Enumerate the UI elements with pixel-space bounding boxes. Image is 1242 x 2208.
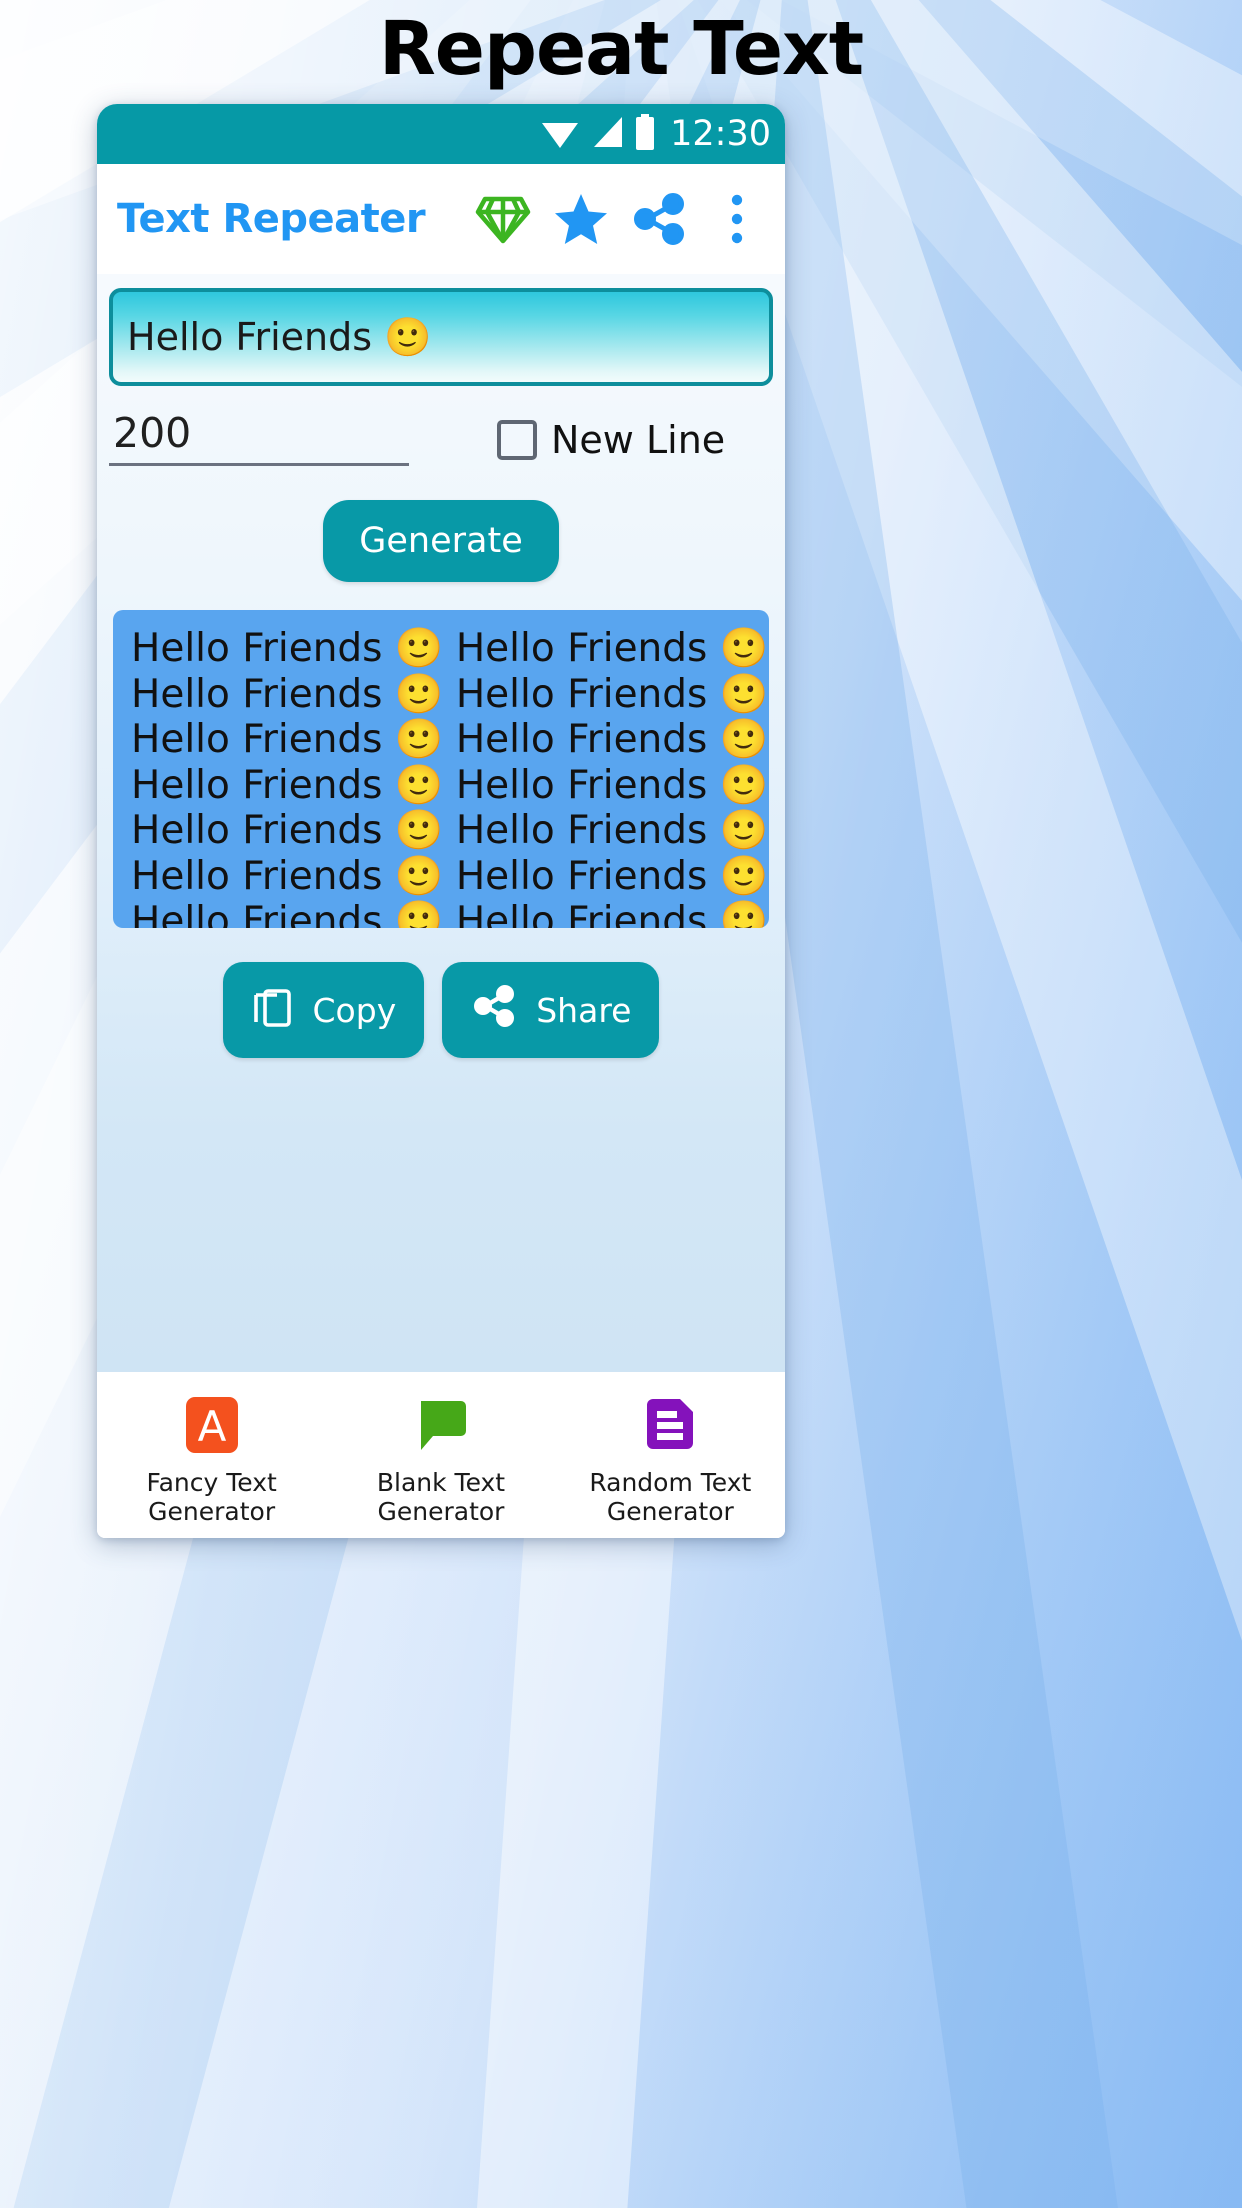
letter-a-icon: A xyxy=(181,1394,243,1456)
share-button[interactable]: Share xyxy=(442,962,660,1059)
nav-item-fancy-text[interactable]: A Fancy Text Generator xyxy=(97,1394,326,1526)
result-line: Hello Friends 🙂 Hello Friends 🙂 xyxy=(131,808,769,854)
text-input[interactable]: Hello Friends 🙂 xyxy=(109,288,773,386)
nav-label: Random Text Generator xyxy=(589,1468,751,1526)
newline-checkbox-row[interactable]: New Line xyxy=(497,418,725,466)
copy-label: Copy xyxy=(312,990,397,1030)
nav-label: Fancy Text Generator xyxy=(147,1468,277,1526)
document-lines-icon xyxy=(639,1394,701,1456)
count-input[interactable]: 200 xyxy=(109,409,409,467)
speech-bubble-icon xyxy=(410,1394,472,1456)
result-actions: Copy Share xyxy=(97,962,785,1059)
svg-text:A: A xyxy=(197,1402,226,1451)
text-input-value: Hello Friends 🙂 xyxy=(127,314,432,359)
result-output[interactable]: Hello Friends 🙂 Hello Friends 🙂 Hello Fr… xyxy=(113,610,769,929)
app-content: Hello Friends 🙂 200 New Line Generate He… xyxy=(97,274,785,1372)
nav-item-blank-text[interactable]: Blank Text Generator xyxy=(326,1394,555,1526)
status-bar-clock: 12:30 xyxy=(670,113,771,154)
status-bar: 12:30 xyxy=(97,104,785,164)
result-line: Hello Friends 🙂 Hello Friends 🙂 xyxy=(131,717,769,763)
bottom-nav: A Fancy Text Generator Blank Text Genera… xyxy=(97,1372,785,1538)
result-line: Hello Friends 🙂 Hello Friends 🙂 xyxy=(131,853,769,899)
generate-button-label: Generate xyxy=(359,521,523,562)
copy-icon xyxy=(251,982,295,1038)
app-bar: Text Repeater xyxy=(97,164,785,274)
result-line: Hello Friends 🙂 Hello Friends 🙂 xyxy=(131,899,769,929)
overflow-menu-icon[interactable] xyxy=(709,191,765,247)
count-input-value: 200 xyxy=(113,409,192,457)
nav-label-line2: Generator xyxy=(148,1497,276,1526)
generate-row: Generate xyxy=(97,500,785,583)
result-line: Hello Friends 🙂 Hello Friends 🙂 xyxy=(131,626,769,672)
page-title: Repeat Text xyxy=(378,6,864,92)
copy-button[interactable]: Copy xyxy=(222,962,425,1059)
share-icon xyxy=(470,982,518,1038)
nav-label-line1: Fancy Text xyxy=(146,1468,277,1497)
nav-label: Blank Text Generator xyxy=(377,1468,505,1526)
screenshot-root: Repeat Text 12:30 Text Repeater Hello Fr… xyxy=(0,0,1242,2208)
nav-item-random-text[interactable]: Random Text Generator xyxy=(556,1394,785,1526)
nav-label-line2: Generator xyxy=(377,1497,505,1526)
diamond-icon[interactable] xyxy=(475,191,531,247)
nav-label-line1: Blank Text xyxy=(376,1468,506,1497)
result-line: Hello Friends 🙂 Hello Friends 🙂 xyxy=(131,762,769,808)
wifi-icon xyxy=(540,115,580,154)
app-title: Text Repeater xyxy=(117,196,426,242)
nav-label-line1: Random Text xyxy=(589,1468,752,1497)
signal-icon xyxy=(590,115,624,154)
generate-button[interactable]: Generate xyxy=(323,500,559,583)
newline-checkbox[interactable] xyxy=(497,420,537,461)
star-icon[interactable] xyxy=(553,191,609,247)
phone-mockup: 12:30 Text Repeater Hello Friends 🙂 200 … xyxy=(97,104,785,1538)
nav-label-line2: Generator xyxy=(606,1497,734,1526)
app-bar-actions xyxy=(475,191,765,247)
share-label: Share xyxy=(536,990,632,1030)
result-line: Hello Friends 🙂 Hello Friends 🙂 xyxy=(131,671,769,717)
count-row: 200 New Line xyxy=(109,409,773,467)
newline-label: New Line xyxy=(551,418,726,463)
battery-icon xyxy=(634,113,656,155)
share-icon[interactable] xyxy=(631,191,687,247)
